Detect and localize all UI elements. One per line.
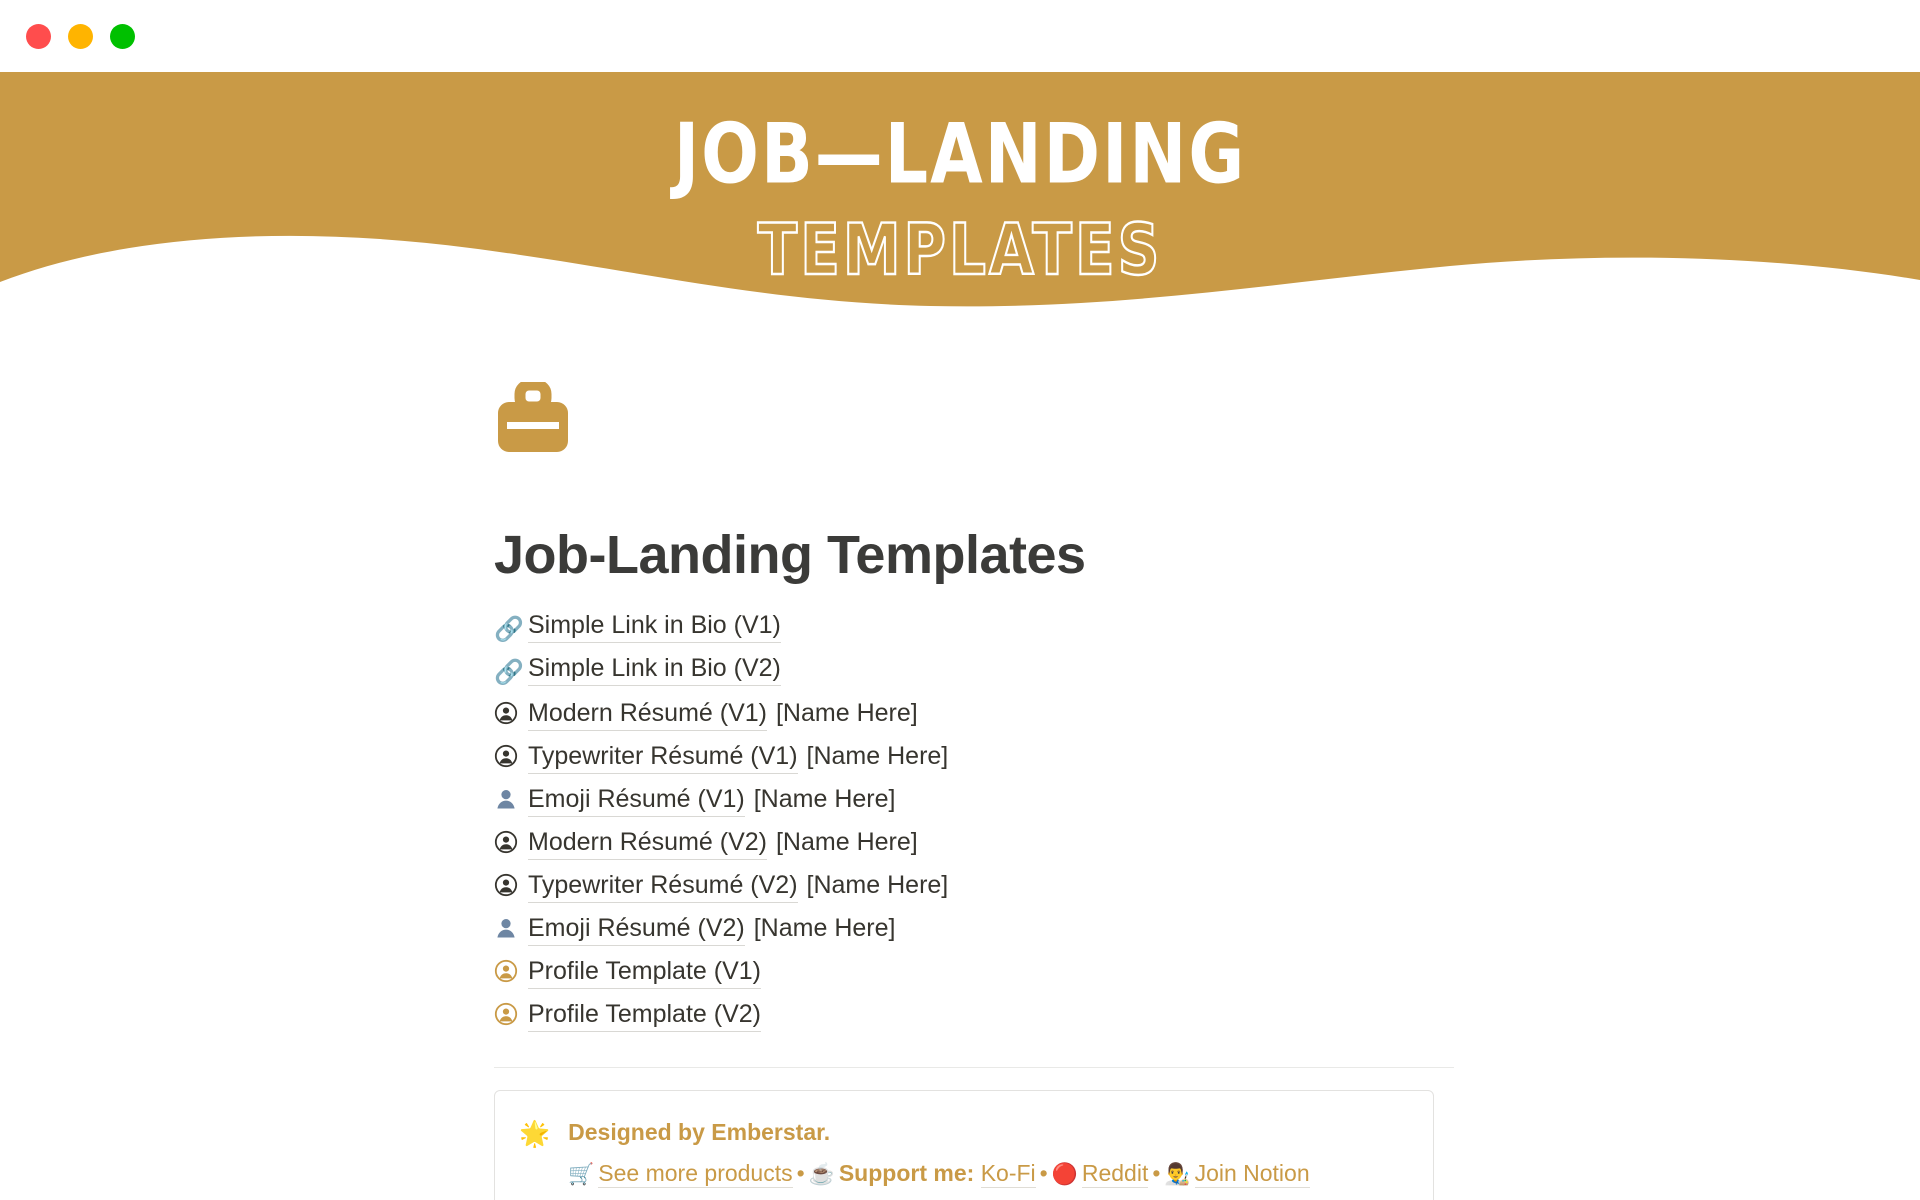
template-link[interactable]: Profile Template (V2) [528, 1000, 761, 1033]
template-link-list: 🔗 Simple Link in Bio (V1) 🔗 Simple Link … [494, 611, 1454, 1041]
template-link-suffix: [Name Here] [806, 742, 949, 771]
list-item[interactable]: 🔗 Simple Link in Bio (V2) [494, 654, 1454, 697]
ko-fi-link[interactable]: Ko-Fi [980, 1160, 1036, 1189]
list-item[interactable]: Typewriter Résumé (V2) [Name Here] [494, 869, 1454, 912]
page-content: Job-Landing Templates 🔗 Simple Link in B… [494, 382, 1454, 1200]
window-minimize-button[interactable] [68, 23, 93, 49]
bullet-separator: • [1039, 1160, 1048, 1187]
list-item[interactable]: Profile Template (V1) [494, 955, 1454, 998]
list-item[interactable]: Typewriter Résumé (V1) [Name Here] [494, 740, 1454, 783]
template-link-suffix: [Name Here] [753, 914, 896, 943]
link-emoji-icon: 🔗 [494, 616, 524, 644]
glowing-star-emoji-icon: 🌟 [519, 1120, 551, 1149]
template-link-suffix: [Name Here] [806, 871, 949, 900]
bullet-separator: • [796, 1160, 805, 1187]
template-link[interactable]: Simple Link in Bio (V2) [528, 654, 781, 687]
template-link[interactable]: Emoji Résumé (V2) [528, 914, 745, 947]
cover-title-line1: JOB—LANDING [673, 106, 1247, 204]
list-item[interactable]: Emoji Résumé (V2) [Name Here] [494, 912, 1454, 955]
callout-heading: Designed by Emberstar. [568, 1119, 831, 1146]
callout-body: Designed by Emberstar. 🛒 See more product… [568, 1117, 1409, 1200]
bullet-separator: • [1152, 1160, 1161, 1187]
person-circle-icon [494, 744, 528, 768]
template-link-suffix: [Name Here] [753, 785, 896, 814]
briefcase-icon [494, 382, 572, 454]
template-link[interactable]: Typewriter Résumé (V1) [528, 742, 798, 775]
see-more-products-link[interactable]: See more products [598, 1160, 793, 1189]
cover-wave-shape [0, 235, 1920, 342]
section-divider [494, 1067, 1454, 1069]
window-title-bar [0, 0, 1920, 72]
reddit-link[interactable]: Reddit [1081, 1160, 1149, 1189]
page-body: Job-Landing Templates 🔗 Simple Link in B… [0, 382, 1920, 1200]
template-link[interactable]: Simple Link in Bio (V1) [528, 611, 781, 644]
person-circle-gold-icon [494, 959, 528, 983]
callout-link-line-1: 🛒 See more products • ☕ Support me: Ko-Fi • 🔴 R… [568, 1156, 1409, 1200]
template-link[interactable]: Modern Résumé (V1) [528, 699, 767, 732]
page-title: Job-Landing Templates [494, 525, 1086, 585]
template-link[interactable]: Emoji Résumé (V1) [528, 785, 745, 818]
artist-emoji-icon: 👨‍🎨 [1164, 1163, 1191, 1187]
cover-banner: JOB—LANDING TEMPLATES [0, 72, 1920, 342]
footer-callout: 🌟 Designed by Emberstar. 🛒 See more produ… [494, 1090, 1434, 1200]
person-circle-icon [494, 701, 528, 725]
link-emoji-icon: 🔗 [494, 659, 524, 687]
window-close-button[interactable] [26, 23, 51, 49]
list-item[interactable]: Profile Template (V2) [494, 998, 1454, 1041]
template-link-suffix: [Name Here] [775, 828, 918, 857]
shopping-cart-emoji-icon: 🛒 [568, 1163, 595, 1187]
window-maximize-button[interactable] [110, 23, 135, 49]
person-circle-icon [494, 830, 528, 854]
template-link[interactable]: Modern Résumé (V2) [528, 828, 767, 861]
bust-silhouette-emoji-icon [494, 787, 528, 811]
bust-silhouette-emoji-icon [494, 916, 528, 940]
list-item[interactable]: Modern Résumé (V2) [Name Here] [494, 826, 1454, 869]
template-link[interactable]: Typewriter Résumé (V2) [528, 871, 798, 904]
coffee-emoji-icon: ☕ [808, 1163, 835, 1187]
list-item[interactable]: 🔗 Simple Link in Bio (V1) [494, 611, 1454, 654]
template-link[interactable]: Profile Template (V1) [528, 957, 761, 990]
list-item[interactable]: Modern Résumé (V1) [Name Here] [494, 697, 1454, 740]
support-me-label: Support me: [838, 1160, 975, 1187]
red-circle-emoji-icon: 🔴 [1051, 1163, 1078, 1187]
person-circle-icon [494, 873, 528, 897]
list-item[interactable]: Emoji Résumé (V1) [Name Here] [494, 783, 1454, 826]
person-circle-gold-icon [494, 1002, 528, 1026]
template-link-suffix: [Name Here] [775, 699, 918, 728]
